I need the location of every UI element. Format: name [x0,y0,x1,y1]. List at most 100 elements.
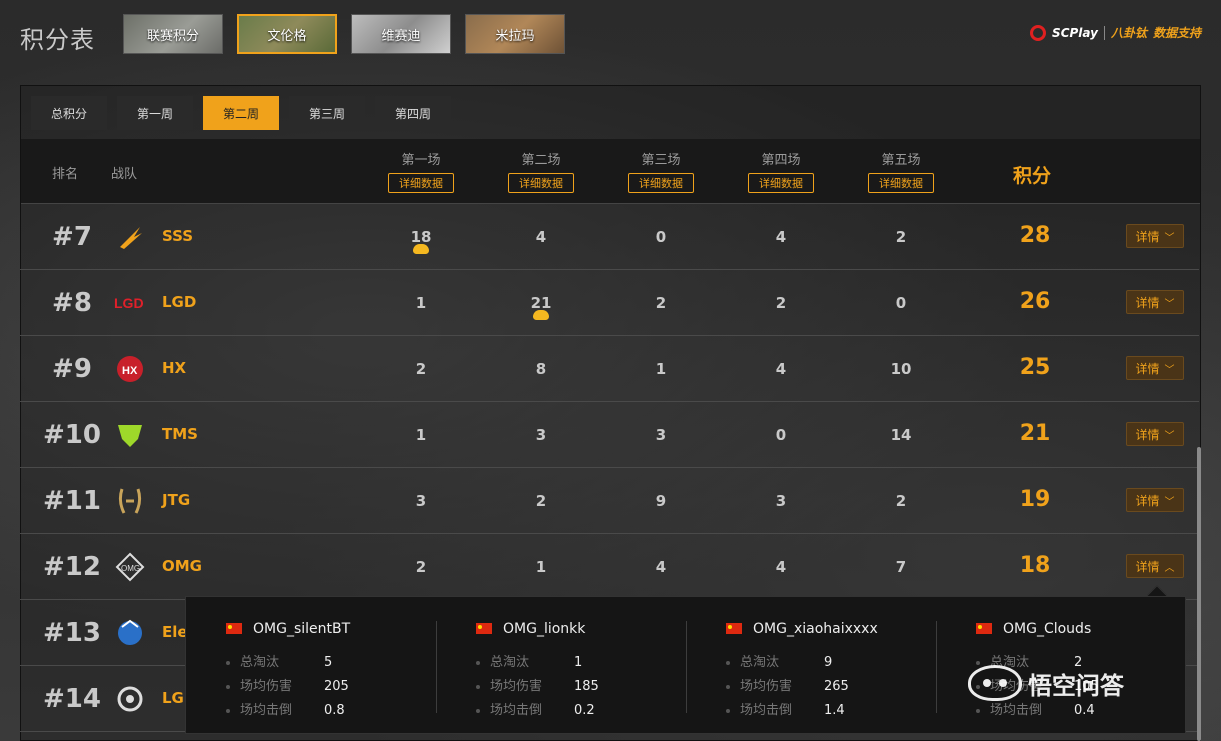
chicken-dinner-icon [413,244,429,254]
wukong-watermark: 悟空问答 [968,665,1124,701]
chevron-down-icon: ﹀ [1164,496,1175,508]
table-row: #8 LGD LGD 1 21 2 2 0 26 详情 ﹀ [20,270,1199,336]
detail-label: 详情 [1135,229,1160,244]
sponsor-text: 数据支持 [1152,26,1201,40]
team-name[interactable]: Ele [162,623,188,641]
game-4-detail-button[interactable]: 详细数据 [748,173,814,193]
stat-knockdowns: 场均击倒 0.2 [476,699,595,718]
total-points: 26 [1019,289,1051,314]
game-1-detail-button[interactable]: 详细数据 [388,173,454,193]
table-row: #12 OMG OMG 2 1 4 4 7 18 详情 ︿ [20,534,1199,600]
stat-label: 场均伤害 [490,679,543,694]
row-detail-button[interactable]: 详情 ﹀ [1126,422,1184,446]
week-tab-2[interactable]: 第二周 [203,96,279,130]
game-score: 14 [890,426,912,444]
total-points: 19 [1019,487,1051,512]
player-card: OMG_silentBT 总淘汰 5 场均伤害 205 场均击倒 0.8 [186,621,436,721]
team-rank: #7 [52,222,92,252]
stat-kills: 总淘汰 9 [726,651,832,670]
game-2-detail-button[interactable]: 详细数据 [508,173,574,193]
player-name: OMG_Clouds [1003,621,1092,637]
week-tab-1[interactable]: 第一周 [117,96,193,130]
game-score: 2 [535,492,547,510]
map-tab-miramar[interactable]: 米拉玛 [465,14,565,54]
table-row: #7 SSS 18 4 0 4 2 28 详情 ﹀ [20,204,1199,270]
team-name[interactable]: JTG [162,491,190,509]
game-score: 3 [535,426,547,444]
detail-label: 详情 [1135,427,1160,442]
team-logo-icon: LGD [114,295,144,311]
stat-label: 场均击倒 [240,703,293,718]
stat-damage: 场均伤害 205 [226,675,349,694]
team-name[interactable]: TMS [162,425,198,443]
game-5-detail-button[interactable]: 详细数据 [868,173,934,193]
sponsor-brand-a: SCPlay [1052,25,1098,40]
row-detail-button[interactable]: 详情 ﹀ [1126,224,1184,248]
header-game-label: 第五场 [881,153,921,168]
map-tab-vikendi[interactable]: 维赛迪 [351,14,451,54]
stat-damage: 场均伤害 185 [476,675,599,694]
game-score: 0 [895,294,907,312]
team-rank: #14 [43,684,101,714]
scplay-logo-icon [1030,24,1047,41]
scrollbar[interactable] [1197,447,1201,741]
game-score: 4 [535,228,547,246]
team-logo-icon: OMG [115,552,145,582]
total-points: 28 [1019,223,1051,248]
week-tab-3[interactable]: 第三周 [289,96,365,130]
stat-value: 0.2 [574,703,595,718]
team-logo-icon [118,488,142,514]
table-header: 排名 战队 第一场 详细数据 第二场 详细数据 第三场 详细数据 第四场 详细数… [21,139,1200,204]
map-tab-league[interactable]: 联赛积分 [123,14,223,54]
china-flag-icon [976,623,992,634]
stat-value: 265 [824,679,849,694]
header-game-1: 第一场 详细数据 [381,149,461,193]
chicken-dinner-icon [533,310,549,320]
chevron-down-icon: ﹀ [1164,232,1175,244]
stat-label: 总淘汰 [490,655,530,670]
stat-damage: 场均伤害 265 [726,675,849,694]
game-score: 2 [775,294,787,312]
header-game-label: 第二场 [521,153,561,168]
stat-value: 1 [574,655,583,670]
team-logo-icon [117,686,143,712]
team-name[interactable]: LGD [162,293,196,311]
week-tab-total[interactable]: 总积分 [31,96,107,130]
svg-text:OMG: OMG [121,564,140,573]
stat-label: 场均击倒 [990,703,1043,718]
player-name: OMG_silentBT [253,621,351,637]
row-detail-button[interactable]: 详情 ﹀ [1126,488,1184,512]
team-name[interactable]: SSS [162,227,193,245]
row-detail-button[interactable]: 详情 ﹀ [1126,356,1184,380]
game-score: 1 [415,426,427,444]
header-game-label: 第一场 [401,153,441,168]
team-rank: #9 [52,354,92,384]
map-tab-erangel[interactable]: 文伦格 [237,14,337,54]
game-score: 9 [655,492,667,510]
top-bar: 积分表 联赛积分 文伦格 维赛迪 米拉玛 SCPlay 八卦钛 数据支持 [0,0,1221,70]
game-3-detail-button[interactable]: 详细数据 [628,173,694,193]
game-score: 1 [415,294,427,312]
team-rank: #13 [43,618,101,648]
row-detail-button[interactable]: 详情 ︿ [1126,554,1184,578]
header-team: 战队 [111,167,138,182]
stat-label: 场均击倒 [490,703,543,718]
team-rank: #12 [43,552,101,582]
sponsor-brand-b: 八卦钛 [1110,26,1147,40]
week-tab-4[interactable]: 第四周 [375,96,451,130]
game-score: 8 [535,360,547,378]
player-name: OMG_lionkk [503,621,586,637]
row-detail-button[interactable]: 详情 ﹀ [1126,290,1184,314]
player-card: OMG_xiaohaixxxx 总淘汰 9 场均伤害 265 场均击倒 1.4 [686,621,936,721]
team-name[interactable]: HX [162,359,186,377]
game-score: 1 [535,558,547,576]
team-logo-icon [118,425,142,447]
player-name: OMG_xiaohaixxxx [753,621,878,637]
stat-value: 0.4 [1074,703,1095,718]
team-name[interactable]: OMG [162,557,202,575]
team-logo-icon [118,619,142,645]
sponsor-divider [1103,25,1105,40]
watermark-text: 悟空问答 [1028,671,1124,700]
team-rank: #11 [43,486,101,516]
china-flag-icon [726,623,742,634]
